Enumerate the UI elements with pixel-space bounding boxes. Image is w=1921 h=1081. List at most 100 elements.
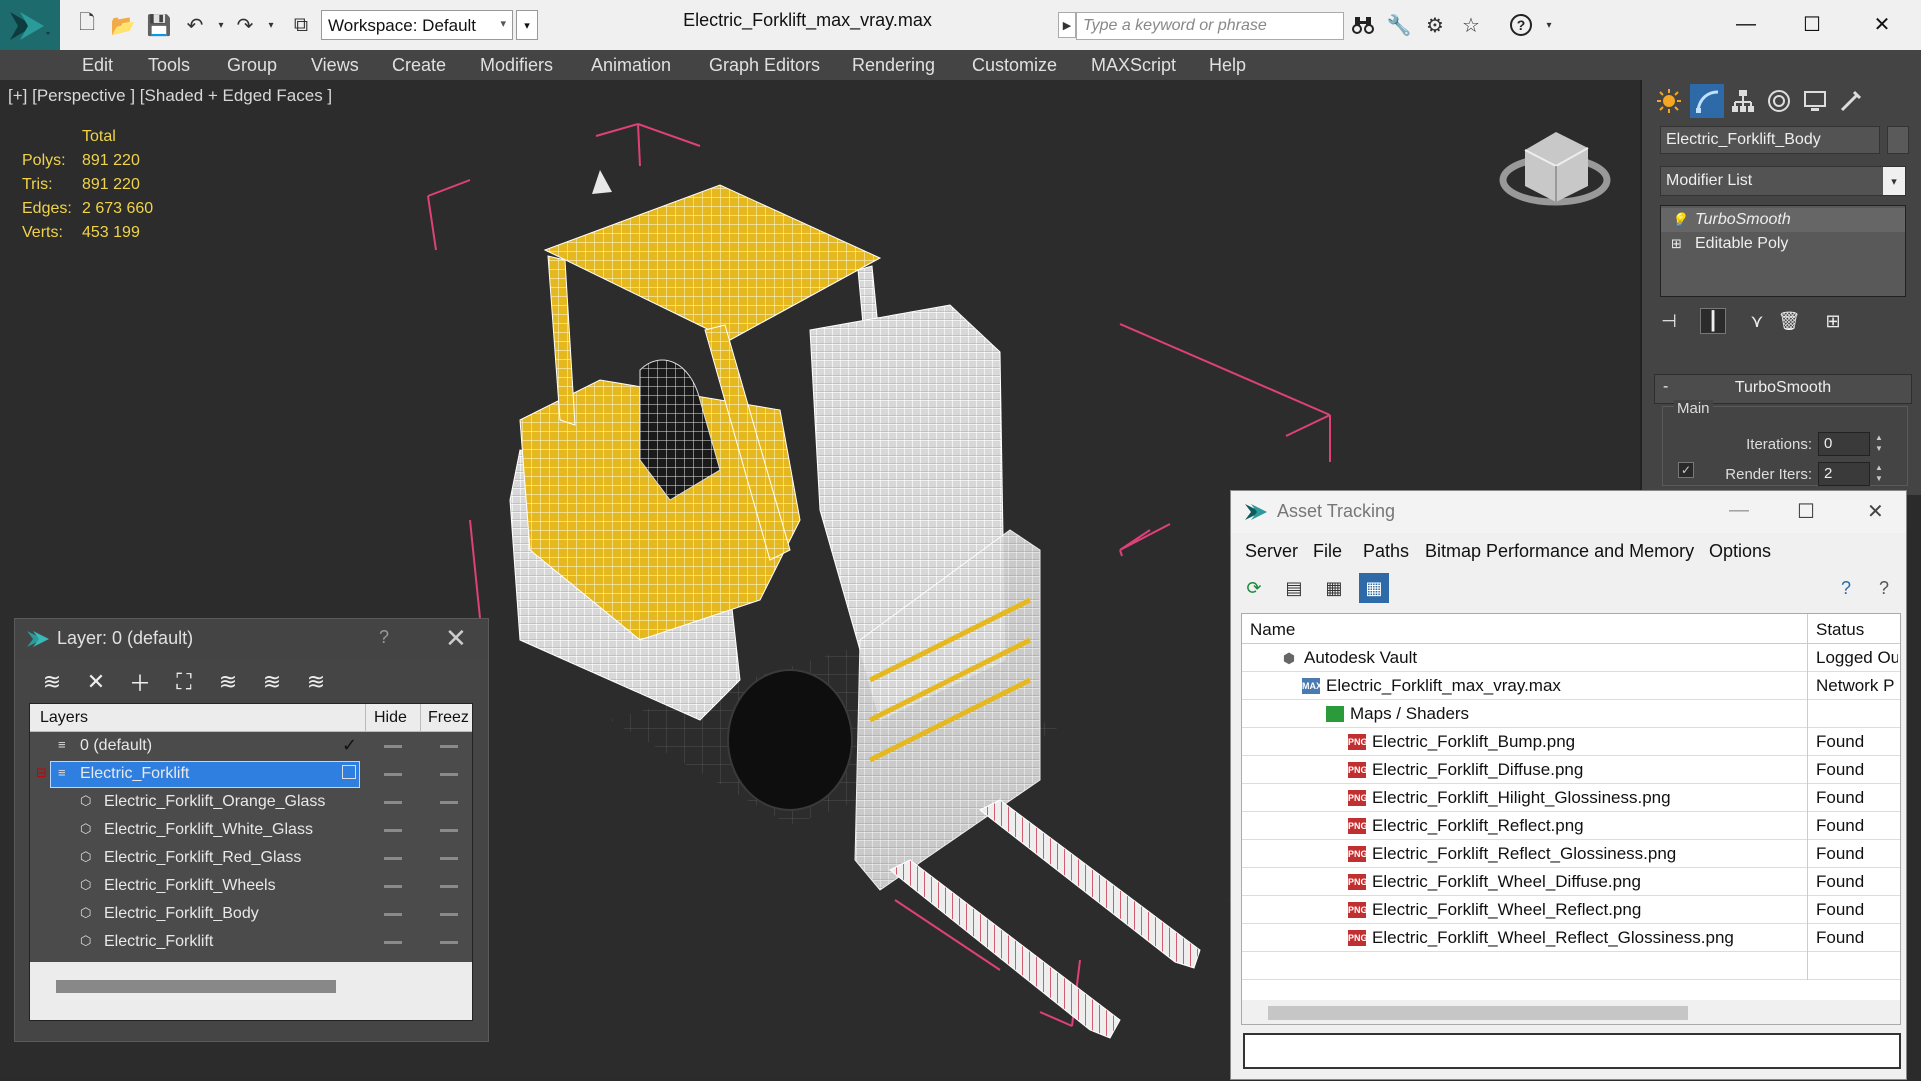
help-icon[interactable]: ? — [1508, 12, 1534, 38]
menu-maxscript[interactable]: MAXScript — [1091, 55, 1176, 76]
layer-row[interactable]: ≡ 0 (default) ✓ — [30, 732, 472, 760]
menu-create[interactable]: Create — [392, 55, 446, 76]
project-folder-icon[interactable]: ⧉ — [288, 12, 314, 38]
table-view-icon[interactable]: ▦ — [1359, 573, 1389, 603]
stack-item-turbosmooth[interactable]: 💡 TurboSmooth — [1661, 208, 1905, 232]
search-input[interactable]: Type a keyword or phrase — [1076, 12, 1344, 40]
remove-modifier-icon[interactable]: 🗑 — [1776, 308, 1802, 334]
redo-dropdown-icon[interactable]: ▾ — [258, 12, 284, 38]
asset-row[interactable]: PNG Electric_Forklift_Reflect_Glossiness… — [1242, 840, 1900, 868]
workspace-menu-icon[interactable]: ▾ — [516, 10, 538, 40]
column-layers[interactable]: Layers — [40, 709, 88, 727]
undo-dropdown-icon[interactable]: ▾ — [208, 12, 234, 38]
asset-path-input[interactable] — [1243, 1033, 1901, 1069]
collapse-minus-icon[interactable]: ⊟ — [36, 765, 52, 781]
freeze-toggle[interactable] — [440, 885, 458, 888]
layer-settings-icon[interactable]: ≋ — [37, 667, 67, 697]
add-layer-icon[interactable]: ＋ — [125, 667, 155, 697]
layer-row[interactable]: ⬡ Electric_Forklift_White_Glass — [30, 816, 472, 844]
menu-customize[interactable]: Customize — [972, 55, 1057, 76]
thumbnail-view-icon[interactable]: ▦ — [1319, 573, 1349, 603]
redo-icon[interactable]: ↷ — [232, 12, 258, 38]
hide-toggle[interactable] — [384, 885, 402, 888]
refresh-icon[interactable]: ⟳ — [1239, 573, 1269, 603]
menu-edit[interactable]: Edit — [82, 55, 113, 76]
hide-toggle[interactable] — [384, 913, 402, 916]
new-file-icon[interactable]: 🗋 — [74, 12, 100, 38]
freeze-toggle[interactable] — [440, 829, 458, 832]
favorite-icon[interactable]: ☆ — [1458, 12, 1484, 38]
binoculars-icon[interactable] — [1350, 12, 1376, 38]
asset-row[interactable]: PNG Electric_Forklift_Reflect.png Found — [1242, 812, 1900, 840]
help-icon[interactable]: ? — [1831, 573, 1861, 603]
layer-row[interactable]: ⬡ Electric_Forklift_Wheels — [30, 872, 472, 900]
horizontal-scrollbar[interactable] — [1242, 1000, 1900, 1024]
configure-sets-icon[interactable]: ⊞ — [1820, 308, 1846, 334]
show-end-result-icon[interactable]: ┃ — [1700, 308, 1726, 334]
menu-paths[interactable]: Paths — [1363, 541, 1409, 562]
maximize-icon[interactable]: ☐ — [1792, 6, 1832, 42]
freeze-toggle[interactable] — [440, 857, 458, 860]
select-highlighted-icon[interactable]: ⛶ — [169, 667, 199, 697]
layer-row[interactable]: ⬡ Electric_Forklift — [30, 928, 472, 956]
delete-layer-icon[interactable]: ✕ — [81, 667, 111, 697]
asset-row[interactable]: PNG Electric_Forklift_Wheel_Reflect.png … — [1242, 896, 1900, 924]
hide-toggle[interactable] — [384, 745, 402, 748]
hide-toggle[interactable] — [384, 801, 402, 804]
freeze-toggle[interactable] — [440, 773, 458, 776]
undo-icon[interactable]: ↶ — [182, 12, 208, 38]
create-tab-icon[interactable] — [1652, 84, 1686, 118]
utilities-tab-icon[interactable] — [1834, 84, 1868, 118]
layer-row[interactable]: ⬡ Electric_Forklift_Body — [30, 900, 472, 928]
lightbulb-icon[interactable]: 💡 — [1671, 212, 1687, 228]
asset-row[interactable]: MAX Electric_Forklift_max_vray.max Netwo… — [1242, 672, 1900, 700]
minimize-icon[interactable]: — — [1726, 6, 1766, 42]
scrollbar-thumb[interactable] — [56, 980, 336, 993]
hide-toggle[interactable] — [384, 829, 402, 832]
connect-icon[interactable]: ⚙ — [1422, 12, 1448, 38]
iterations-spinner[interactable]: 0 — [1818, 432, 1870, 456]
object-color-swatch[interactable] — [1887, 126, 1909, 154]
stack-item-editable-poly[interactable]: ⊞ Editable Poly — [1661, 232, 1905, 256]
active-layer-check-icon[interactable]: ✓ — [342, 735, 357, 756]
asset-row[interactable]: PNG Electric_Forklift_Wheel_Reflect_Glos… — [1242, 924, 1900, 952]
close-icon[interactable]: ✕ — [1862, 6, 1902, 42]
freeze-toggle[interactable] — [440, 801, 458, 804]
set-active-box[interactable] — [342, 765, 356, 779]
view-cube[interactable] — [1499, 132, 1611, 206]
menu-options[interactable]: Options — [1709, 541, 1771, 562]
make-unique-icon[interactable]: ⋎ — [1744, 308, 1770, 334]
spinner-arrows-icon[interactable]: ▲ ▼ — [1872, 432, 1886, 456]
maximize-icon[interactable]: ☐ — [1797, 499, 1815, 524]
display-tab-icon[interactable] — [1798, 84, 1832, 118]
menu-file[interactable]: File — [1313, 541, 1342, 562]
layer-row-selected[interactable]: ⊟ ≡ Electric_Forklift — [30, 760, 472, 788]
render-iters-spinner[interactable]: 2 — [1818, 462, 1870, 486]
layer-row[interactable]: ⬡ Electric_Forklift_Orange_Glass — [30, 788, 472, 816]
freeze-toggle[interactable] — [440, 941, 458, 944]
save-file-icon[interactable]: 💾 — [146, 12, 172, 38]
hide-toggle[interactable] — [384, 773, 402, 776]
modify-tab-icon[interactable] — [1690, 84, 1724, 118]
select-layer-icon[interactable]: ≋ — [213, 667, 243, 697]
motion-tab-icon[interactable] — [1762, 84, 1796, 118]
help-dropdown-icon[interactable]: ▾ — [1536, 12, 1562, 38]
column-hide[interactable]: Hide — [374, 709, 407, 727]
asset-row[interactable]: PNG Electric_Forklift_Hilight_Glossiness… — [1242, 784, 1900, 812]
asset-row[interactable]: PNG Electric_Forklift_Wheel_Diffuse.png … — [1242, 868, 1900, 896]
scrollbar-thumb[interactable] — [1268, 1006, 1688, 1020]
help-icon[interactable]: ? — [379, 627, 389, 648]
horizontal-scrollbar[interactable] — [30, 968, 472, 1020]
open-file-icon[interactable]: 📂 — [110, 12, 136, 38]
close-icon[interactable]: ✕ — [1867, 499, 1884, 524]
pin-stack-icon[interactable]: ⊣ — [1656, 308, 1682, 334]
close-icon[interactable]: ✕ — [445, 623, 467, 654]
column-status[interactable]: Status — [1816, 620, 1864, 640]
hide-all-layers-icon[interactable]: ≋ — [257, 667, 287, 697]
menu-tools[interactable]: Tools — [148, 55, 190, 76]
menu-graph-editors[interactable]: Graph Editors — [709, 55, 820, 76]
menu-server[interactable]: Server — [1245, 541, 1298, 562]
search-expand-icon[interactable]: ▶ — [1058, 12, 1076, 38]
app-logo-icon[interactable] — [0, 0, 60, 50]
hide-toggle[interactable] — [384, 941, 402, 944]
